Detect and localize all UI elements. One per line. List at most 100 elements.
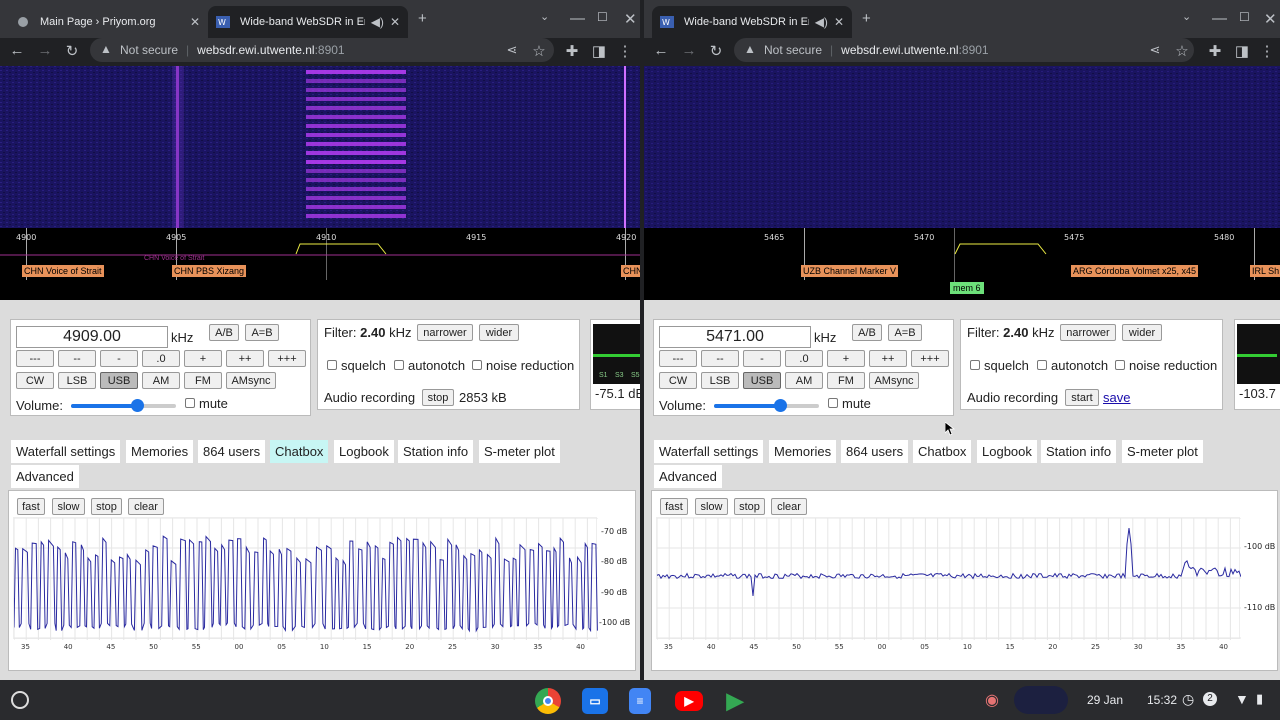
- share-icon[interactable]: ⋖: [503, 42, 521, 58]
- step-down-1-button[interactable]: -: [743, 350, 781, 367]
- tab-smeter-plot[interactable]: S-meter plot: [1122, 440, 1203, 463]
- tab-logbook[interactable]: Logbook: [334, 440, 394, 463]
- youtube-icon[interactable]: ▶: [675, 691, 703, 711]
- step-down-3-button[interactable]: ---: [659, 350, 697, 367]
- plot-fast-button[interactable]: fast: [660, 498, 688, 515]
- step-up-3-button[interactable]: +++: [911, 350, 949, 367]
- tab-chatbox[interactable]: Chatbox: [270, 440, 329, 463]
- squelch-checkbox[interactable]: [327, 360, 337, 370]
- play-store-icon[interactable]: ▶: [722, 688, 748, 714]
- tab-advanced[interactable]: Advanced: [654, 465, 722, 488]
- tab-smeter-plot[interactable]: S-meter plot: [479, 440, 560, 463]
- plot-stop-button[interactable]: stop: [734, 498, 765, 515]
- plot-fast-button[interactable]: fast: [17, 498, 45, 515]
- step-up-2-button[interactable]: ++: [226, 350, 264, 367]
- step-down-1-button[interactable]: -: [100, 350, 138, 367]
- time-label[interactable]: 15:32: [1147, 693, 1177, 707]
- maximize-icon[interactable]: ☐: [1239, 10, 1250, 24]
- round-button[interactable]: .0: [785, 350, 823, 367]
- volume-slider[interactable]: [71, 399, 176, 412]
- step-up-1-button[interactable]: +: [184, 350, 222, 367]
- extensions-icon[interactable]: ✚: [1206, 42, 1224, 60]
- address-bar[interactable]: ▲ Not secure | websdr.ewi.utwente.nl:890…: [90, 38, 554, 62]
- reload-icon[interactable]: ↻: [707, 42, 725, 60]
- tab-advanced[interactable]: Advanced: [11, 465, 79, 488]
- step-up-2-button[interactable]: ++: [869, 350, 907, 367]
- mode-cw-button[interactable]: CW: [659, 372, 697, 389]
- close-window-icon[interactable]: ✕: [624, 10, 637, 28]
- frequency-scale[interactable]: 4900 4905 4910 4915 4920 CHN Voice of St…: [0, 228, 640, 300]
- plot-stop-button[interactable]: stop: [91, 498, 122, 515]
- station-label[interactable]: CHN Voice of Strait: [22, 265, 104, 277]
- save-recording-link[interactable]: save: [1103, 390, 1130, 405]
- new-tab-icon[interactable]: +: [862, 10, 871, 27]
- media-tray-icon[interactable]: [1014, 686, 1068, 714]
- mode-am-button[interactable]: AM: [785, 372, 823, 389]
- audio-playing-icon[interactable]: ◀): [371, 15, 384, 29]
- screen-record-icon[interactable]: ◉: [985, 690, 999, 710]
- date-label[interactable]: 29 Jan: [1087, 693, 1123, 707]
- tab-memories[interactable]: Memories: [769, 440, 837, 463]
- narrower-button[interactable]: narrower: [1060, 324, 1116, 341]
- close-tab-icon[interactable]: ✕: [190, 15, 200, 29]
- noise-reduction-checkbox[interactable]: [1115, 360, 1125, 370]
- mode-fm-button[interactable]: FM: [184, 372, 222, 389]
- mute-checkbox[interactable]: [828, 398, 838, 408]
- wider-button[interactable]: wider: [479, 324, 519, 341]
- tab-users[interactable]: 864 users: [198, 440, 266, 463]
- menu-kebab-icon[interactable]: ⋮: [616, 42, 634, 60]
- mode-fm-button[interactable]: FM: [827, 372, 865, 389]
- bookmark-star-icon[interactable]: ☆: [1173, 42, 1191, 60]
- mode-cw-button[interactable]: CW: [16, 372, 54, 389]
- plot-slow-button[interactable]: slow: [695, 498, 728, 515]
- new-tab-icon[interactable]: +: [418, 10, 427, 27]
- tab-websdr[interactable]: W Wide-band WebSDR in Ensch ◀) ✕: [208, 6, 408, 38]
- station-label[interactable]: IRL Sh: [1250, 265, 1280, 277]
- autonotch-checkbox[interactable]: [1037, 360, 1047, 370]
- tab-websdr[interactable]: W Wide-band WebSDR in Ensch ◀) ✕: [652, 6, 852, 38]
- wifi-icon[interactable]: ▼: [1235, 691, 1249, 707]
- maximize-icon[interactable]: ☐: [597, 10, 608, 24]
- back-icon[interactable]: ←: [652, 42, 670, 59]
- forward-icon[interactable]: →: [680, 42, 698, 59]
- side-panel-icon[interactable]: ◨: [1233, 42, 1251, 60]
- mode-am-button[interactable]: AM: [142, 372, 180, 389]
- round-button[interactable]: .0: [142, 350, 180, 367]
- frequency-scale[interactable]: 5465 5470 5475 5480 UZB Channel Marker V…: [644, 228, 1280, 300]
- tab-logbook[interactable]: Logbook: [977, 440, 1037, 463]
- minimize-icon[interactable]: —: [570, 10, 585, 27]
- noise-reduction-checkbox[interactable]: [472, 360, 482, 370]
- menu-kebab-icon[interactable]: ⋮: [1258, 42, 1276, 60]
- plot-clear-button[interactable]: clear: [128, 498, 164, 515]
- start-recording-button[interactable]: start: [1065, 389, 1099, 406]
- tab-waterfall-settings[interactable]: Waterfall settings: [11, 440, 121, 463]
- autonotch-checkbox[interactable]: [394, 360, 404, 370]
- launcher-icon[interactable]: [11, 691, 29, 709]
- audio-playing-icon[interactable]: ◀): [815, 15, 828, 29]
- mode-amsync-button[interactable]: AMsync: [226, 372, 276, 389]
- tab-users[interactable]: 864 users: [841, 440, 909, 463]
- address-bar[interactable]: ▲ Not secure | websdr.ewi.utwente.nl:890…: [734, 38, 1194, 62]
- tab-station-info[interactable]: Station info: [398, 440, 474, 463]
- station-label[interactable]: CHN: [621, 265, 640, 277]
- step-up-1-button[interactable]: +: [827, 350, 865, 367]
- ab-button[interactable]: A/B: [852, 324, 882, 341]
- tab-station-info[interactable]: Station info: [1041, 440, 1117, 463]
- minimize-icon[interactable]: —: [1212, 10, 1227, 27]
- close-tab-icon[interactable]: ✕: [390, 15, 400, 29]
- mode-usb-button[interactable]: USB: [743, 372, 781, 389]
- a-equals-b-button[interactable]: A=B: [245, 324, 279, 341]
- close-tab-icon[interactable]: ✕: [834, 15, 844, 29]
- frequency-input[interactable]: 5471.00: [659, 326, 811, 348]
- close-window-icon[interactable]: ✕: [1264, 10, 1277, 28]
- side-panel-icon[interactable]: ◨: [590, 42, 608, 60]
- station-label[interactable]: UZB Channel Marker V: [801, 265, 899, 277]
- back-icon[interactable]: ←: [8, 42, 26, 59]
- step-down-2-button[interactable]: --: [701, 350, 739, 367]
- step-down-3-button[interactable]: ---: [16, 350, 54, 367]
- plot-clear-button[interactable]: clear: [771, 498, 807, 515]
- waterfall[interactable]: [0, 66, 640, 228]
- share-icon[interactable]: ⋖: [1146, 42, 1164, 58]
- mode-usb-button[interactable]: USB: [100, 372, 138, 389]
- station-label[interactable]: ARG Córdoba Volmet x25, x45: [1071, 265, 1199, 277]
